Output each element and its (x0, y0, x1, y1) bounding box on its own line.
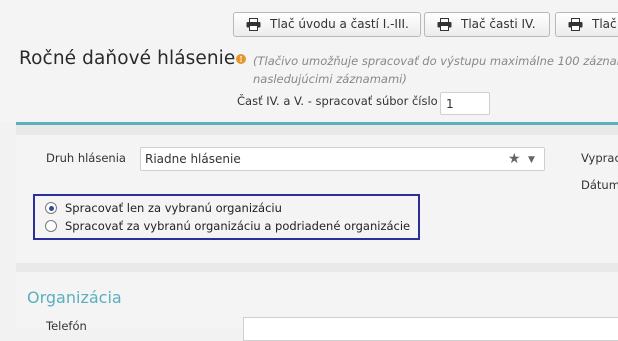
page-title: Ročné daňové hlásenie (19, 48, 236, 69)
printer-icon (568, 18, 583, 31)
printer-icon (246, 18, 261, 31)
phone-input[interactable] (243, 317, 618, 341)
print-next-label: Tlač (592, 17, 617, 31)
print-intro-button[interactable]: Tlač úvodu a častí I.-III. (233, 12, 421, 37)
info-note-line1: (Tlačivo umožňuje spracovať do výstupu m… (253, 54, 618, 68)
chevron-down-icon[interactable]: ▼ (528, 150, 535, 170)
print-next-button[interactable]: Tlač (555, 12, 618, 37)
info-note-line2: nasledujúcimi záznamami) (253, 72, 407, 86)
print-intro-label: Tlač úvodu a častí I.-III. (270, 17, 409, 31)
print-part4-button[interactable]: Tlač časti IV. (424, 12, 550, 37)
radio-option-label: Spracovať len za vybranú organizáciu (65, 201, 282, 215)
organization-section-title: Organizácia (27, 288, 122, 307)
part-file-label: Časť IV. a V. - spracovať súbor číslo (237, 94, 438, 108)
date-label: Dátum (581, 178, 618, 192)
star-icon[interactable]: ★ (508, 149, 521, 169)
radio-option-label: Spracovať za vybranú organizáciu a podri… (65, 219, 411, 233)
radio-button-unchecked[interactable] (45, 220, 57, 232)
section-gap (16, 263, 618, 272)
part-file-input[interactable] (440, 92, 490, 115)
info-note: (Tlačivo umožňuje spracovať do výstupu m… (253, 52, 618, 88)
section-gap (16, 125, 618, 135)
report-type-value: Riadne hlásenie (145, 152, 241, 166)
phone-label: Telefón (46, 319, 87, 333)
report-type-select[interactable]: Riadne hlásenie ★ ▼ (140, 147, 545, 171)
print-part4-label: Tlač časti IV. (461, 17, 536, 31)
radio-button-checked[interactable] (45, 202, 57, 214)
printer-icon (437, 18, 452, 31)
info-icon: ! (236, 54, 246, 64)
processing-scope-group: Spracovať len za vybranú organizáciu Spr… (33, 194, 420, 240)
prepared-by-label: Vyprac (581, 151, 618, 165)
report-type-label: Druh hlásenia (46, 151, 126, 165)
